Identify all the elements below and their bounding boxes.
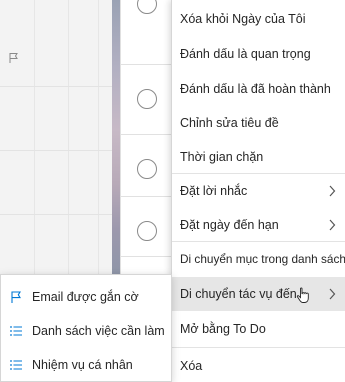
divider xyxy=(0,214,112,215)
flag-icon xyxy=(9,53,18,63)
menu-item-label: Mở bằng To Do xyxy=(180,322,266,336)
chevron-right-icon xyxy=(329,288,336,300)
flag-icon xyxy=(11,291,21,303)
submenu-item-label: Danh sách việc cần làm xyxy=(32,324,165,338)
list-icon xyxy=(10,326,22,336)
menu-item-label: Di chuyển tác vụ đến... xyxy=(180,287,308,301)
menu-item-block-time[interactable]: Thời gian chặn xyxy=(172,140,345,174)
menu-item-move-task-to[interactable]: Di chuyển tác vụ đến... xyxy=(172,277,345,311)
menu-item-set-due-date[interactable]: Đặt ngày đến hạn xyxy=(172,208,345,242)
menu-item-set-reminder[interactable]: Đặt lời nhắc xyxy=(172,174,345,208)
submenu-item-label: Nhiệm vụ cá nhân xyxy=(32,358,133,372)
menu-item-delete[interactable]: Xóa xyxy=(172,349,345,382)
move-to-submenu: Email được gắn cờ Danh sách việc cần làm… xyxy=(0,274,172,382)
menu-item-open-in-to-do[interactable]: Mở bằng To Do xyxy=(172,312,345,346)
submenu-item-label: Email được gắn cờ xyxy=(32,290,139,304)
menu-item-remove-from-my-day[interactable]: Xóa khỏi Ngày của Tôi xyxy=(172,2,345,36)
menu-item-label: Chỉnh sửa tiêu đề xyxy=(180,116,279,130)
menu-item-move-in-list[interactable]: Di chuyển mục trong danh sách xyxy=(172,242,345,276)
context-menu: Xóa khỏi Ngày của Tôi Đánh dấu là quan t… xyxy=(171,0,345,382)
hand-cursor-icon xyxy=(296,287,309,303)
menu-divider xyxy=(172,347,345,348)
menu-item-label: Đặt lời nhắc xyxy=(180,184,248,198)
submenu-item-personal-tasks[interactable]: Nhiệm vụ cá nhân xyxy=(1,348,171,382)
chevron-right-icon xyxy=(329,185,336,197)
list-icon xyxy=(10,360,22,370)
menu-item-mark-completed[interactable]: Đánh dấu là đã hoàn thành xyxy=(172,72,345,106)
divider xyxy=(0,150,112,151)
menu-item-label: Di chuyển mục trong danh sách xyxy=(180,252,345,266)
menu-item-label: Thời gian chặn xyxy=(180,150,264,164)
divider xyxy=(120,196,172,197)
divider xyxy=(0,86,112,87)
task-complete-checkbox[interactable] xyxy=(137,221,157,241)
menu-item-label: Xóa khỏi Ngày của Tôi xyxy=(180,12,306,26)
chevron-right-icon xyxy=(329,219,336,231)
divider xyxy=(120,64,172,65)
menu-item-label: Đặt ngày đến hạn xyxy=(180,218,279,232)
menu-item-label: Xóa xyxy=(180,359,203,373)
divider xyxy=(120,134,172,135)
divider xyxy=(120,256,172,257)
menu-item-label: Đánh dấu là đã hoàn thành xyxy=(180,82,331,96)
task-complete-checkbox[interactable] xyxy=(137,159,157,179)
menu-item-edit-title[interactable]: Chỉnh sửa tiêu đề xyxy=(172,106,345,140)
task-complete-checkbox[interactable] xyxy=(137,89,157,109)
submenu-item-to-do-list[interactable]: Danh sách việc cần làm xyxy=(1,314,171,348)
menu-item-mark-important[interactable]: Đánh dấu là quan trọng xyxy=(172,37,345,71)
menu-item-label: Đánh dấu là quan trọng xyxy=(180,47,311,61)
submenu-item-flagged-email[interactable]: Email được gắn cờ xyxy=(1,280,171,314)
